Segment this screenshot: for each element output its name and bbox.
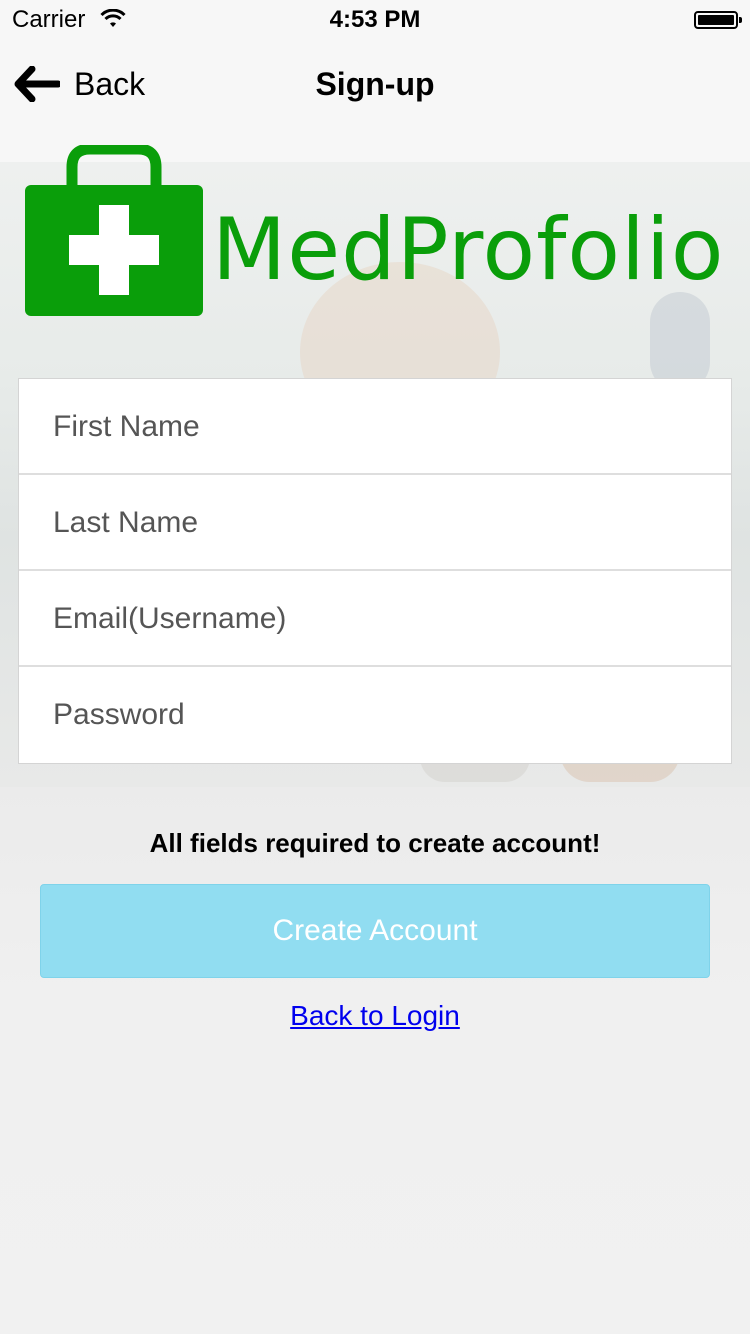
navigation-bar: Back Sign-up xyxy=(0,40,750,162)
status-bar: Carrier 4:53 PM xyxy=(0,0,750,40)
status-time: 4:53 PM xyxy=(329,6,421,33)
email-input[interactable] xyxy=(51,571,695,667)
battery-icon xyxy=(694,11,742,29)
email-field xyxy=(19,571,731,667)
password-field xyxy=(19,667,731,763)
page-title: Sign-up xyxy=(315,66,435,102)
first-name-input[interactable] xyxy=(51,379,695,475)
medical-bag-icon xyxy=(25,145,203,316)
background-lower xyxy=(0,787,750,1334)
back-to-login-link[interactable]: Back to Login xyxy=(0,1000,750,1032)
signup-form xyxy=(18,378,732,764)
create-account-button[interactable]: Create Account xyxy=(40,884,710,978)
logo-wordmark: MedProfolio xyxy=(212,200,725,300)
first-name-field xyxy=(19,379,731,475)
app-logo: MedProfolio xyxy=(24,145,734,325)
required-fields-note: All fields required to create account! xyxy=(149,828,601,858)
password-input[interactable] xyxy=(51,667,695,763)
last-name-field xyxy=(19,475,731,571)
last-name-input[interactable] xyxy=(51,475,695,571)
